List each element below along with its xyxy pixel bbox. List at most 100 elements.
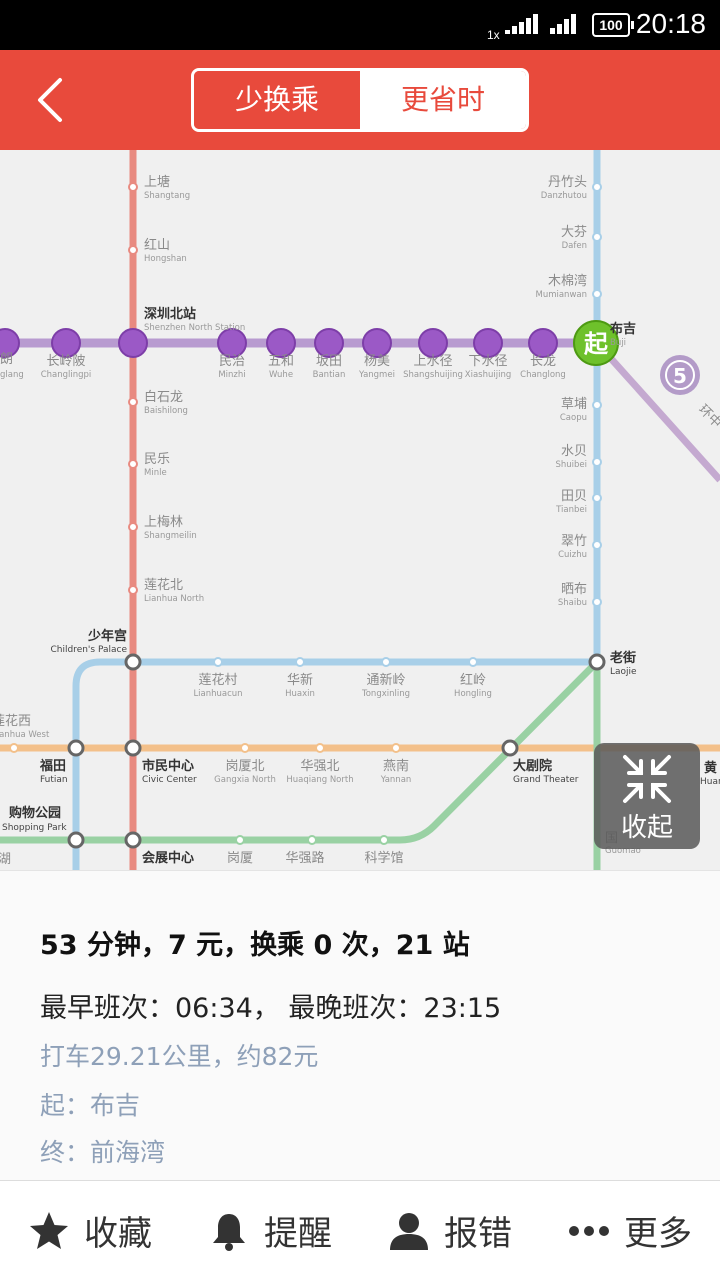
- station-xiashuijing-name[interactable]: 下水径: [468, 354, 507, 369]
- station-tongxinling-name-en[interactable]: Tongxinling: [361, 689, 410, 699]
- station-xikeng-name[interactable]: 朗: [0, 352, 13, 367]
- station-huang-name[interactable]: 黄: [704, 760, 717, 776]
- station-shenzhen-north-name-en[interactable]: Shenzhen North Station: [144, 323, 245, 333]
- station-tianbei-name-en[interactable]: Tianbei: [555, 505, 587, 515]
- station-lianhua-north-name-en[interactable]: Lianhua North: [144, 594, 204, 604]
- station-mumianwan-name[interactable]: 木棉湾: [548, 273, 587, 289]
- route-mode-toggle: 少换乘 更省时: [191, 68, 529, 132]
- station-shaibu-name-en[interactable]: Shaibu: [558, 598, 587, 608]
- station-yangmei-name-en[interactable]: Yangmei: [358, 370, 395, 380]
- station-childrens-palace-name-en[interactable]: Children's Palace: [50, 645, 127, 655]
- station-mumianwan-name-en[interactable]: Mumianwan: [535, 290, 587, 300]
- station-gangxia-north-name-en[interactable]: Gangxia North: [214, 775, 276, 785]
- station-gangxia-north-name[interactable]: 岗厦北: [225, 759, 264, 774]
- station-lianhua-west-name-en[interactable]: Lianhua West: [0, 730, 50, 740]
- station-changlong-name[interactable]: 长龙: [530, 354, 556, 369]
- station-xikeng-name-en[interactable]: glang: [0, 370, 24, 380]
- station-cuizhu-name[interactable]: 翠竹: [561, 534, 587, 549]
- station-yannan-name-en[interactable]: Yannan: [380, 775, 412, 785]
- station-huaqiang-north-name[interactable]: 华强北: [300, 759, 339, 774]
- route-info-panel: 53 分钟，7 元，换乘 0 次，21 站 最早班次：06:34， 最晚班次：2…: [0, 870, 720, 1180]
- station-danzhutou-name-en[interactable]: Danzhutou: [541, 191, 587, 201]
- station-convention-center-name[interactable]: 会展中心: [142, 850, 194, 866]
- station-changlingpi-name-en[interactable]: Changlingpi: [41, 370, 92, 380]
- station-lianhua-north-name[interactable]: 莲花北: [144, 577, 183, 593]
- station-buji-name-en[interactable]: Buji: [610, 338, 626, 348]
- tab-less-time[interactable]: 更省时: [360, 71, 526, 129]
- reminder-button[interactable]: 提醒: [180, 1181, 360, 1280]
- station-shuibei-name-en[interactable]: Shuibei: [555, 460, 587, 470]
- station-grand-theater-name-en[interactable]: Grand Theater: [513, 775, 579, 785]
- station-grand-theater-name[interactable]: 大剧院: [513, 758, 552, 774]
- station-hongshan-name[interactable]: 红山: [144, 237, 170, 253]
- station-shangshuijing-name[interactable]: 上水径: [413, 354, 452, 369]
- station-minle-name[interactable]: 民乐: [144, 452, 170, 467]
- station-laojie-name[interactable]: 老街: [609, 650, 636, 666]
- station-shangmeilin-name-en[interactable]: Shangmeilin: [144, 531, 197, 541]
- station-shopping-park-name[interactable]: 购物公园: [9, 805, 61, 821]
- station-lianhuacun-name-en[interactable]: Lianhuacun: [193, 689, 242, 699]
- station-minzhi-name-en[interactable]: Minzhi: [218, 370, 245, 380]
- station-shangmeilin-name[interactable]: 上梅林: [144, 515, 183, 530]
- station-hongshan-name-en[interactable]: Hongshan: [144, 254, 187, 264]
- station-shopping-park-name-en[interactable]: Shopping Park: [2, 823, 67, 833]
- station-cuizhu-name-en[interactable]: Cuizhu: [558, 550, 587, 560]
- station-yangmei-name[interactable]: 杨美: [364, 354, 390, 369]
- station-huang-name-en[interactable]: Huan: [700, 777, 720, 787]
- station-science-museum-name[interactable]: 科学馆: [364, 850, 403, 866]
- station-huaqiang-road-name[interactable]: 华强路: [285, 850, 324, 866]
- station-yannan-name[interactable]: 燕南: [383, 758, 409, 774]
- station-caopu-name-en[interactable]: Caopu: [560, 413, 587, 423]
- station-hongling-name-en[interactable]: Hongling: [454, 689, 492, 699]
- station-dafen-name-en[interactable]: Dafen: [562, 241, 587, 251]
- station-civic-center-name[interactable]: 市民中心: [142, 758, 194, 774]
- station-bantian-name-en[interactable]: Bantian: [313, 370, 346, 380]
- station-wuhe-name[interactable]: 五和: [268, 354, 294, 369]
- station-shuibei-name[interactable]: 水贝: [561, 444, 587, 459]
- station-futian-name[interactable]: 福田: [39, 758, 66, 774]
- station-lianhua-west-name[interactable]: 莲花西: [0, 713, 31, 729]
- station-minzhi-name[interactable]: 民治: [219, 354, 245, 369]
- station-shangshuijing-name-en[interactable]: Shangshuijing: [403, 370, 463, 380]
- station-caopu-name[interactable]: 草埔: [561, 397, 587, 412]
- station-tongxinling-name[interactable]: 通新岭: [366, 672, 405, 688]
- station-minle-name-en[interactable]: Minle: [144, 468, 167, 478]
- station-shangtang-name-en[interactable]: Shangtang: [144, 191, 190, 201]
- station-bantian-name[interactable]: 坂田: [316, 354, 342, 369]
- star-icon: [30, 1211, 68, 1249]
- station-lianhuacun-name[interactable]: 莲花村: [198, 672, 237, 688]
- station-wuhe-name-en[interactable]: Wuhe: [269, 370, 293, 380]
- station-civic-center-name-en[interactable]: Civic Center: [142, 775, 197, 785]
- status-bar: 1x 100 20:18: [0, 0, 720, 50]
- station-hongling-name[interactable]: 红岭: [460, 672, 486, 688]
- station-hu-name[interactable]: 湖: [0, 852, 11, 867]
- station-huaxin-name-en[interactable]: Huaxin: [285, 689, 315, 699]
- station-shenzhen-north-name[interactable]: 深圳北站: [144, 306, 196, 322]
- station-gangxia-name[interactable]: 岗厦: [227, 851, 253, 866]
- station-futian-name-en[interactable]: Futian: [40, 775, 68, 785]
- station-huaqiang-north-name-en[interactable]: Huaqiang North: [286, 775, 353, 785]
- station-baishilong-name-en[interactable]: Baishilong: [144, 406, 188, 416]
- station-buji-name[interactable]: 布吉: [610, 321, 636, 337]
- tab-fewer-transfers[interactable]: 少换乘: [194, 71, 360, 129]
- collapse-button[interactable]: 收起: [594, 743, 700, 849]
- station-huaxin-name[interactable]: 华新: [287, 672, 313, 688]
- more-button[interactable]: 更多: [540, 1181, 720, 1280]
- subway-map[interactable]: 起 5 环中 上塘 Shangtang 红山 Hongshan 深圳北站 She…: [0, 150, 720, 870]
- station-danzhutou-name[interactable]: 丹竹头: [548, 175, 587, 190]
- favorite-button[interactable]: 收藏: [0, 1181, 180, 1280]
- station-childrens-palace-name[interactable]: 少年宫: [87, 628, 127, 644]
- station-laojie-name-en[interactable]: Laojie: [610, 667, 637, 677]
- chevron-left-icon[interactable]: [30, 76, 76, 124]
- report-error-button[interactable]: 报错: [360, 1181, 540, 1280]
- station-shaibu-name[interactable]: 晒布: [561, 582, 587, 597]
- more-label: 更多: [624, 1214, 692, 1254]
- station-baishilong-name[interactable]: 白石龙: [144, 389, 183, 405]
- station-tianbei-name[interactable]: 田贝: [561, 489, 587, 504]
- station-changlong-name-en[interactable]: Changlong: [520, 370, 566, 380]
- station-xiashuijing-name-en[interactable]: Xiashuijing: [465, 370, 511, 380]
- line5-badge: 5: [673, 364, 687, 388]
- station-dafen-name[interactable]: 大芬: [561, 225, 587, 240]
- station-changlingpi-name[interactable]: 长岭陂: [46, 353, 85, 369]
- station-shangtang-name[interactable]: 上塘: [144, 174, 170, 190]
